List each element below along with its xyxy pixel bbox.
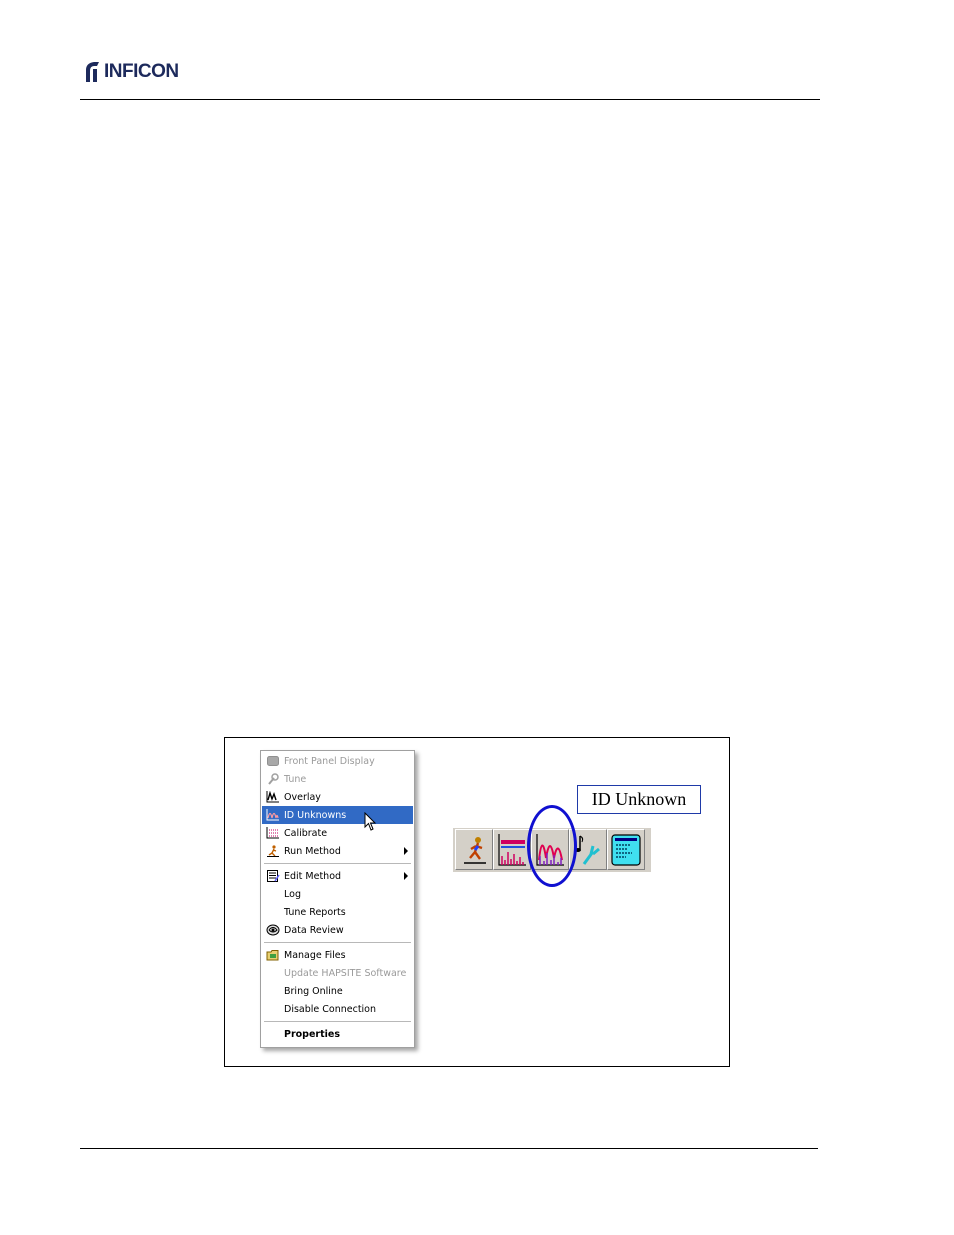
menu-item-tune[interactable]: Tune	[262, 770, 413, 788]
menu-item-manage-files[interactable]: Manage Files	[262, 946, 413, 964]
menu-item-data-review[interactable]: Data Review	[262, 921, 413, 939]
front-panel-display-icon	[611, 834, 641, 866]
menu-item-bring-online[interactable]: Bring Online	[262, 982, 413, 1000]
overlay-icon	[266, 791, 280, 803]
front-panel-icon	[266, 755, 280, 767]
menu-item-tune-reports[interactable]: Tune Reports	[262, 903, 413, 921]
toolbar-button-front-panel-display[interactable]	[607, 829, 645, 870]
menu-item-properties[interactable]: Properties	[262, 1025, 413, 1043]
context-menu: Front Panel Display Tune Overlay ID Unkn…	[260, 750, 415, 1048]
menu-separator	[264, 1021, 411, 1022]
toolbar-button-overlay[interactable]	[493, 829, 531, 870]
footer-rule	[80, 1148, 818, 1149]
id-unknown-callout-label: ID Unknown	[577, 785, 701, 814]
logo-text: INFICON	[104, 61, 179, 82]
highlight-circle	[527, 805, 577, 887]
menu-item-overlay[interactable]: Overlay	[262, 788, 413, 806]
overlay-icon	[498, 834, 526, 866]
submenu-arrow-icon	[404, 847, 408, 855]
menu-item-update-hapsite-software[interactable]: Update HAPSITE Software	[262, 964, 413, 982]
mouse-pointer-icon	[364, 812, 377, 831]
menu-item-log[interactable]: Log	[262, 885, 413, 903]
menu-item-disable-connection[interactable]: Disable Connection	[262, 1000, 413, 1018]
edit-method-icon	[266, 870, 280, 882]
menu-separator	[264, 863, 411, 864]
figure-frame: Front Panel Display Tune Overlay ID Unkn…	[224, 737, 730, 1067]
menu-item-front-panel-display[interactable]: Front Panel Display	[262, 752, 413, 770]
menu-item-calibrate[interactable]: Calibrate	[262, 824, 413, 842]
submenu-arrow-icon	[404, 872, 408, 880]
data-review-icon	[266, 924, 280, 936]
menu-item-id-unknowns[interactable]: ID Unknowns	[262, 806, 413, 824]
header-rule	[80, 99, 820, 100]
menu-item-run-method[interactable]: Run Method	[262, 842, 413, 860]
calibrate-icon	[266, 827, 280, 839]
id-unknowns-icon	[266, 809, 280, 821]
run-method-icon	[266, 845, 280, 857]
menu-item-edit-method[interactable]: Edit Method	[262, 867, 413, 885]
tune-icon	[266, 773, 280, 785]
manage-files-icon	[266, 949, 280, 961]
run-method-icon	[464, 837, 486, 864]
menu-separator	[264, 942, 411, 943]
inficon-logo-mark-icon	[86, 62, 99, 82]
toolbar-button-run-method[interactable]	[455, 829, 493, 870]
inficon-logo: INFICON	[82, 60, 179, 84]
